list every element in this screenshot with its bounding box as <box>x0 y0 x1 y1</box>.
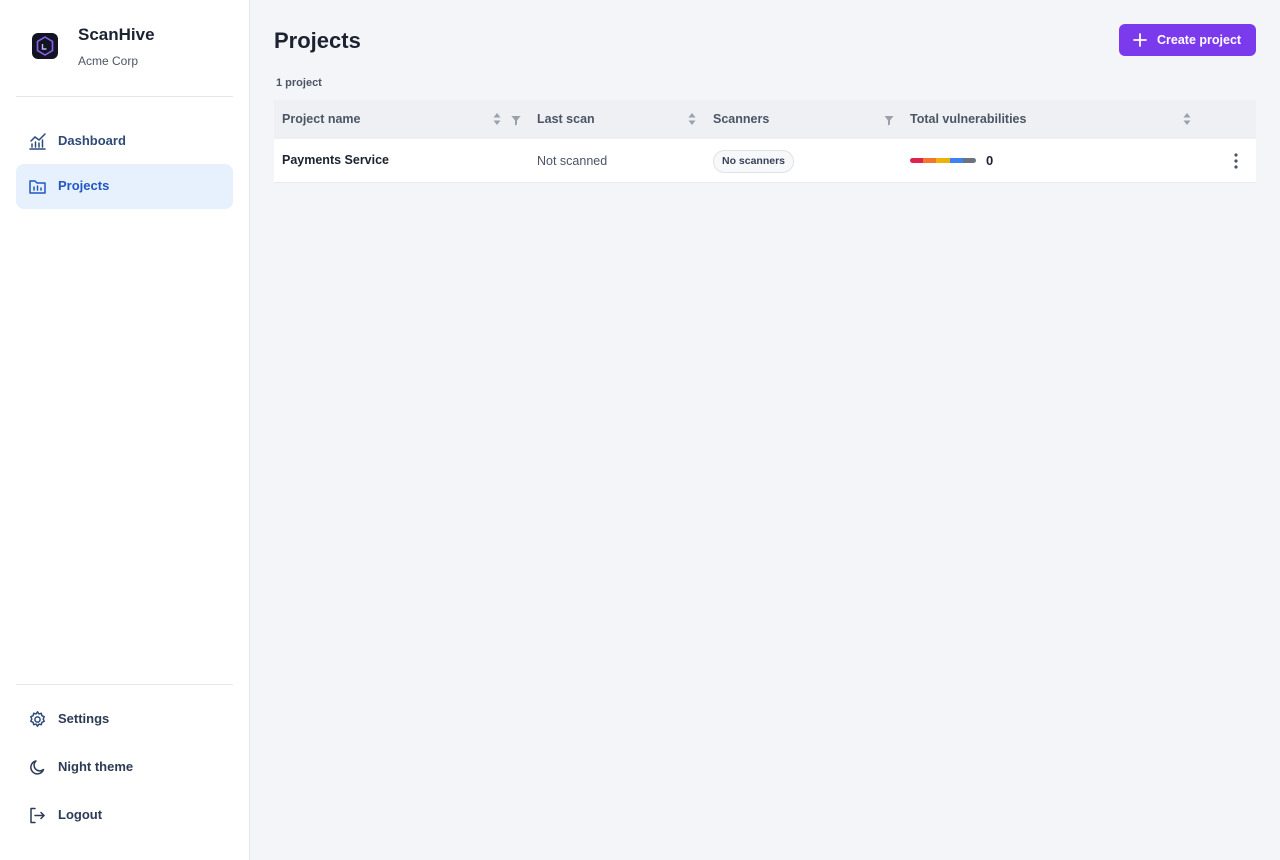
table-row[interactable]: Payments Service Not scanned No scanners… <box>274 139 1256 183</box>
more-options-icon[interactable] <box>1229 152 1243 170</box>
filter-icon[interactable] <box>511 113 521 131</box>
gear-icon <box>28 710 47 729</box>
last-scan-value: Not scanned <box>537 154 608 168</box>
folder-chart-icon <box>28 177 47 196</box>
severity-segment <box>923 158 937 163</box>
severity-segment <box>910 158 924 163</box>
sidebar-item-label: Projects <box>58 178 110 193</box>
severity-segment <box>949 158 963 163</box>
logout-icon <box>28 806 47 825</box>
page-title: Projects <box>274 28 361 53</box>
column-header-project-name: Project name <box>282 112 361 126</box>
chart-line-icon <box>28 132 47 151</box>
sidebar-item-projects[interactable]: Projects <box>16 164 233 209</box>
sort-icon[interactable] <box>493 112 501 131</box>
projects-table: Project name Last scan Scanners Total vu… <box>274 100 1256 183</box>
main-content: Projects Create project 1 project Projec… <box>250 0 1280 860</box>
sidebar-item-dashboard[interactable]: Dashboard <box>16 119 233 164</box>
column-header-total-vulnerabilities: Total vulnerabilities <box>910 112 1027 126</box>
sidebar-divider-top <box>16 96 233 97</box>
project-count: 1 project <box>276 77 322 89</box>
total-vulnerabilities-value: 0 <box>986 153 994 168</box>
severity-segment <box>962 158 976 163</box>
table-header: Project name Last scan Scanners Total vu… <box>274 100 1256 139</box>
moon-icon <box>28 758 47 777</box>
sidebar-divider-bottom <box>16 684 233 685</box>
scanners-badge: No scanners <box>713 150 795 173</box>
sidebar-item-label: Settings <box>58 711 110 726</box>
severity-segment <box>936 158 950 163</box>
sidebar-item-settings[interactable]: Settings <box>16 697 233 742</box>
sidebar-item-label: Night theme <box>58 759 134 774</box>
brand-name: ScanHive <box>78 25 155 44</box>
brand-org: Acme Corp <box>78 54 139 68</box>
sidebar-item-night-theme[interactable]: Night theme <box>16 745 233 790</box>
sidebar-item-logout[interactable]: Logout <box>16 793 233 838</box>
create-project-button[interactable]: Create project <box>1119 24 1256 56</box>
hexagon-logo-icon <box>32 33 58 59</box>
sort-icon[interactable] <box>1183 112 1191 131</box>
filter-icon[interactable] <box>884 113 894 131</box>
column-header-scanners: Scanners <box>713 112 770 126</box>
sidebar-item-label: Logout <box>58 807 103 822</box>
plus-icon <box>1133 33 1147 50</box>
sort-icon[interactable] <box>688 112 696 131</box>
sidebar: ScanHive Acme Corp Dashboard Projects Se… <box>0 0 250 860</box>
create-project-label: Create project <box>1157 33 1242 47</box>
severity-bar <box>910 158 976 163</box>
project-name-link[interactable]: Payments Service <box>282 153 389 167</box>
column-header-last-scan: Last scan <box>537 112 595 126</box>
sidebar-item-label: Dashboard <box>58 133 126 148</box>
